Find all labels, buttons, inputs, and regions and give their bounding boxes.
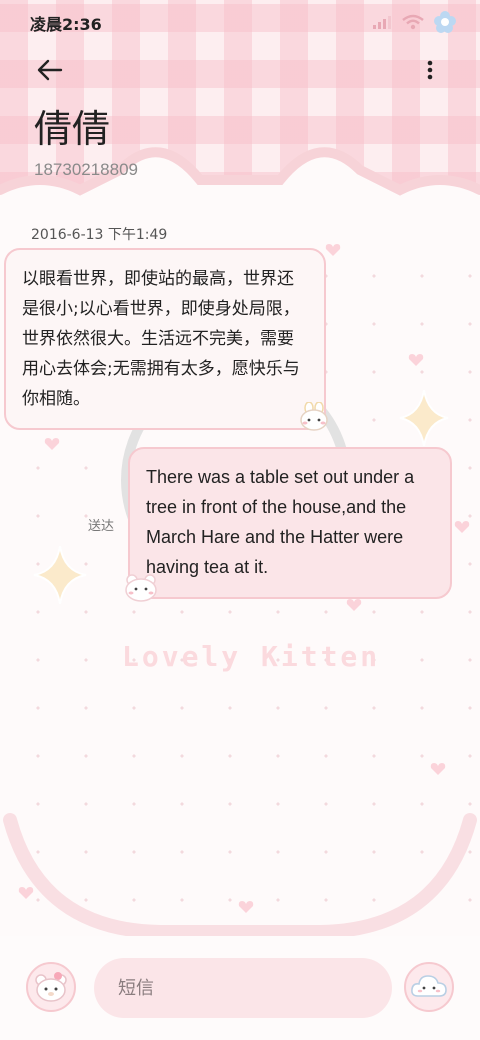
incoming-message-bubble[interactable]: 以眼看世界，即使站的最高，世界还是很小;以心看世界，即使身处局限，世界依然很大。… — [4, 248, 326, 430]
sparkle-icon — [399, 389, 449, 447]
wifi-icon — [402, 14, 424, 30]
message-input[interactable] — [94, 958, 392, 1018]
heart-decoration — [346, 599, 362, 611]
contact-name: 倩倩 — [34, 107, 111, 151]
bear-avatar-icon — [35, 972, 67, 1002]
heart-decoration — [325, 244, 341, 256]
theme-watermark: Lovely Kitten — [122, 640, 381, 673]
attach-button[interactable] — [26, 962, 76, 1012]
status-icons — [372, 10, 458, 34]
back-arrow-icon — [37, 59, 63, 81]
more-vert-icon — [427, 60, 433, 80]
heart-decoration — [454, 521, 470, 533]
message-date: 2016-6-13 下午1:49 — [31, 227, 168, 243]
heart-decoration — [430, 763, 446, 775]
signal-icon — [373, 16, 391, 29]
outgoing-message-bubble[interactable]: There was a table set out under a tree i… — [128, 447, 452, 599]
heart-decoration — [18, 887, 34, 899]
heart-decoration — [408, 354, 424, 366]
bear-sticker-icon — [125, 574, 157, 602]
message-sent-status: 送达 — [88, 519, 115, 534]
heart-decoration — [44, 438, 60, 450]
sparkle-icon — [33, 545, 87, 605]
heart-decoration — [238, 901, 254, 913]
bunny-sticker-icon — [300, 402, 328, 431]
status-time: 凌晨2:36 — [30, 15, 102, 34]
cloud-send-icon — [411, 975, 447, 997]
more-options-button[interactable] — [410, 50, 450, 90]
send-button[interactable] — [404, 962, 454, 1012]
status-bar: 凌晨2:36 — [0, 0, 480, 42]
flower-icon — [434, 11, 456, 33]
back-button[interactable] — [30, 50, 70, 90]
contact-number: 18730218809 — [34, 160, 139, 179]
